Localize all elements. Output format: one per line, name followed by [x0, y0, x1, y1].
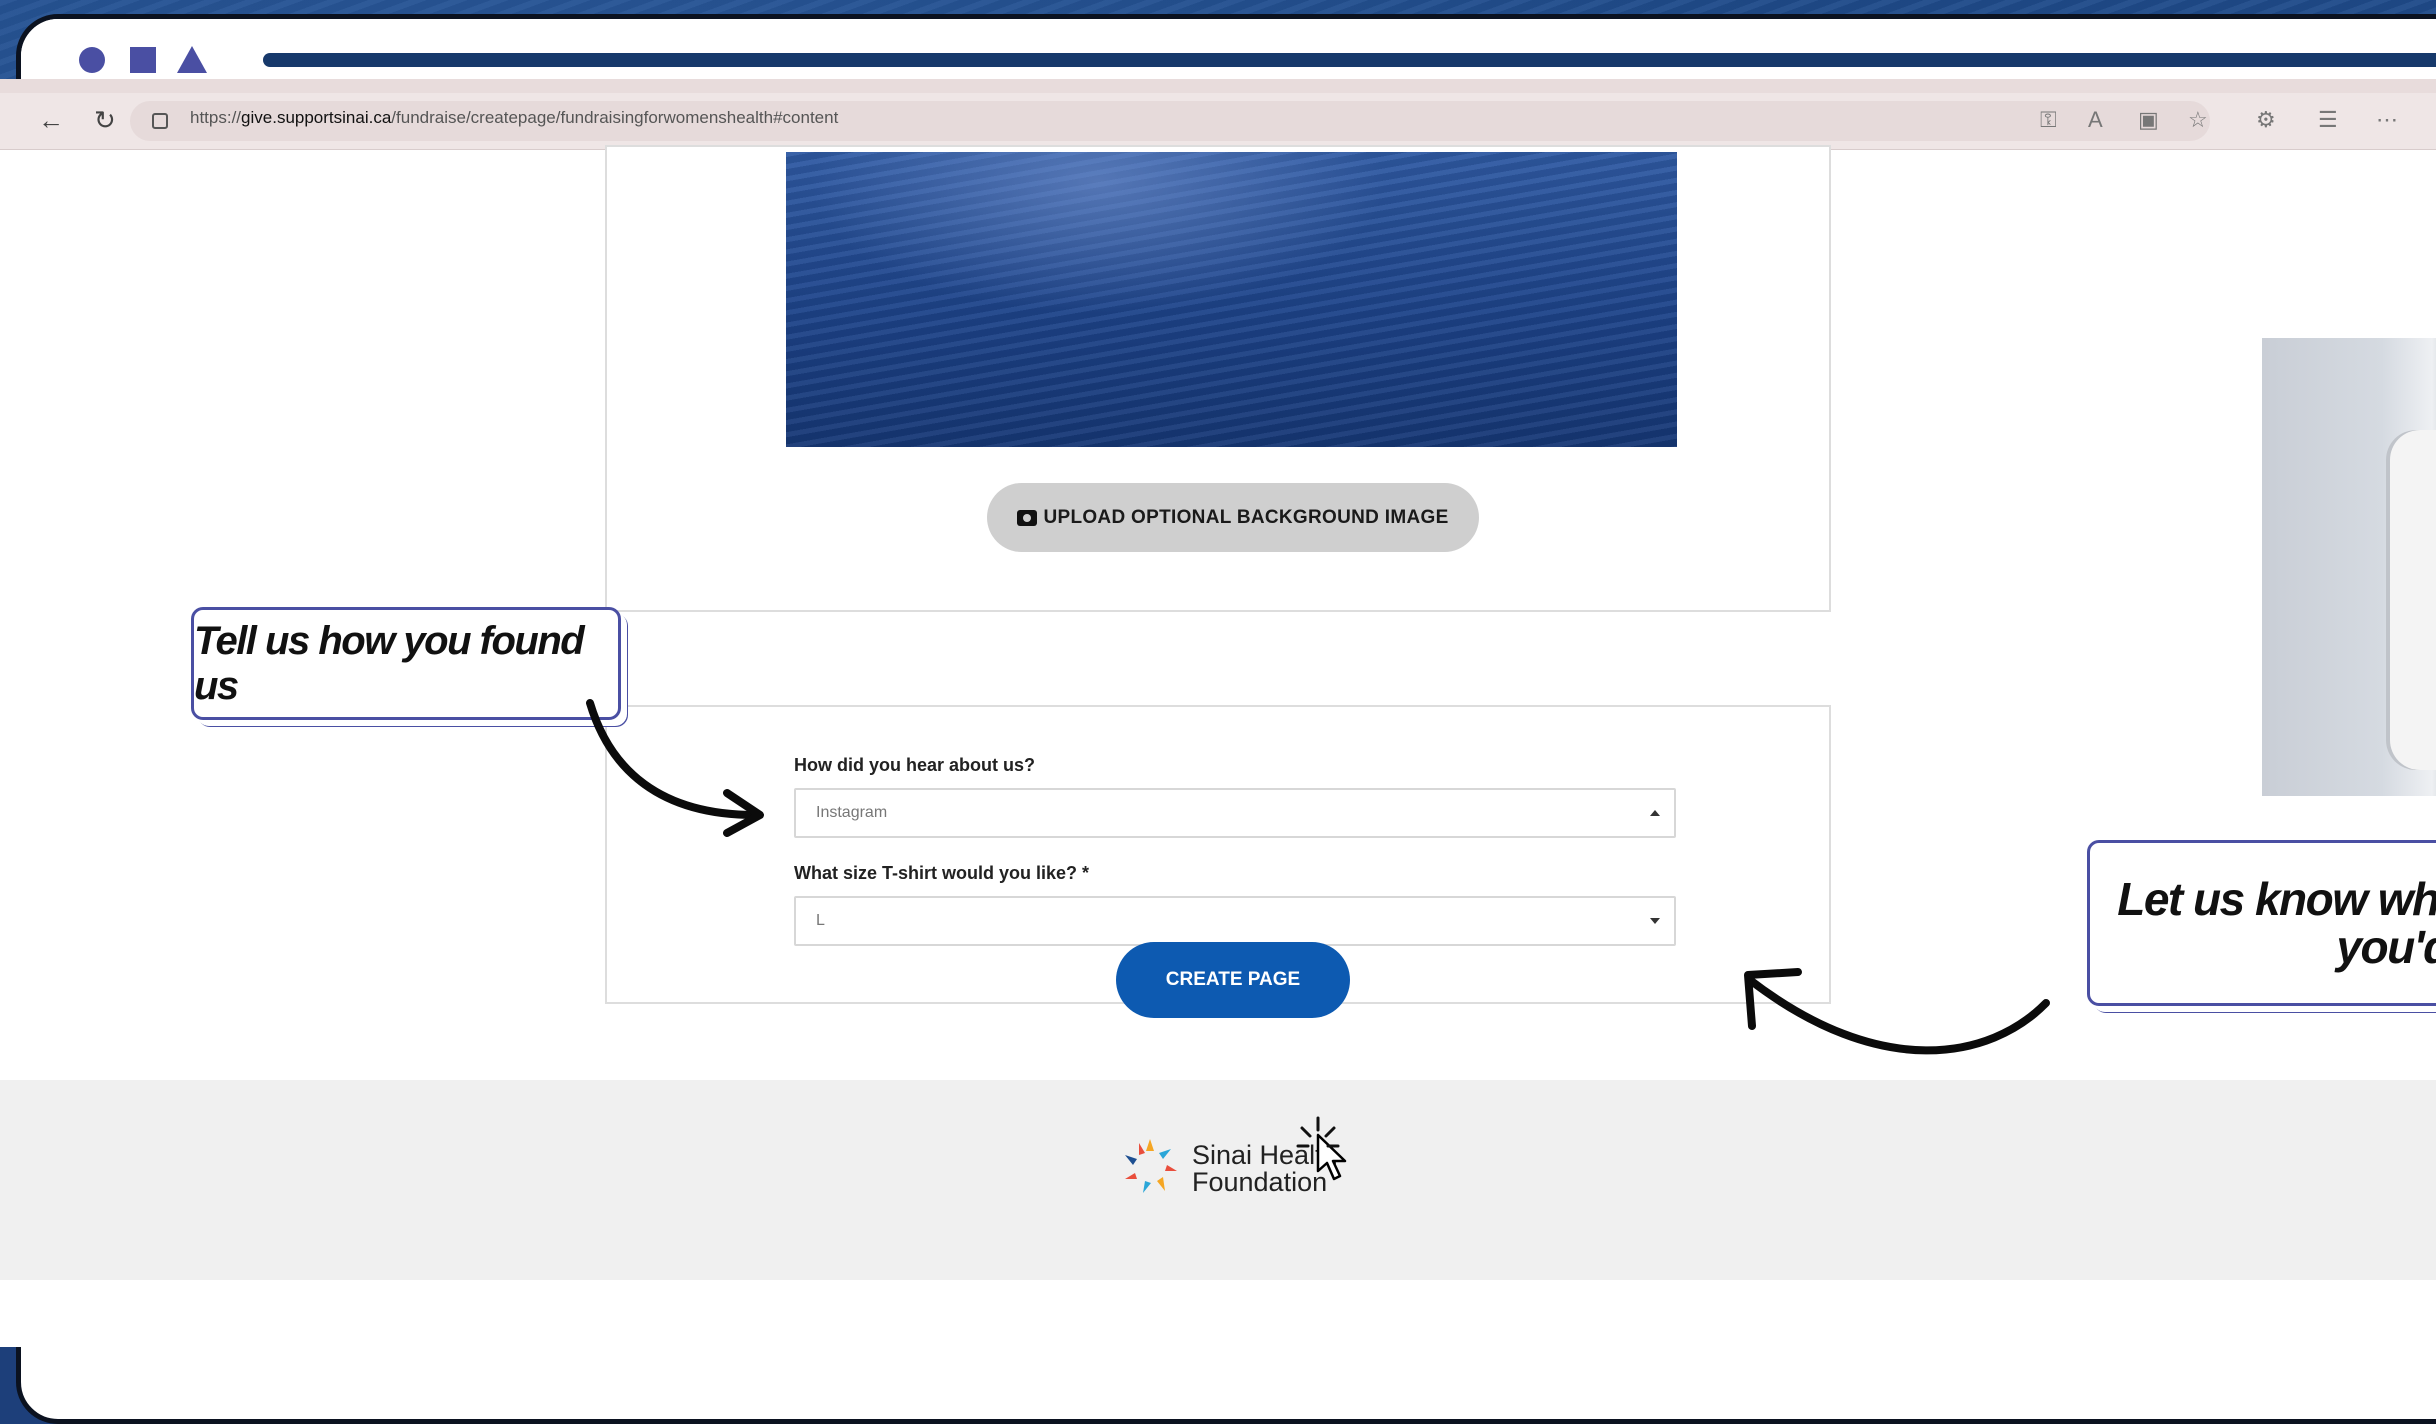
mouse-cursor-icon: [1316, 1133, 1347, 1181]
annotation-arrows: [586, 699, 2050, 1181]
right-arrow-icon: [1746, 976, 2050, 1055]
